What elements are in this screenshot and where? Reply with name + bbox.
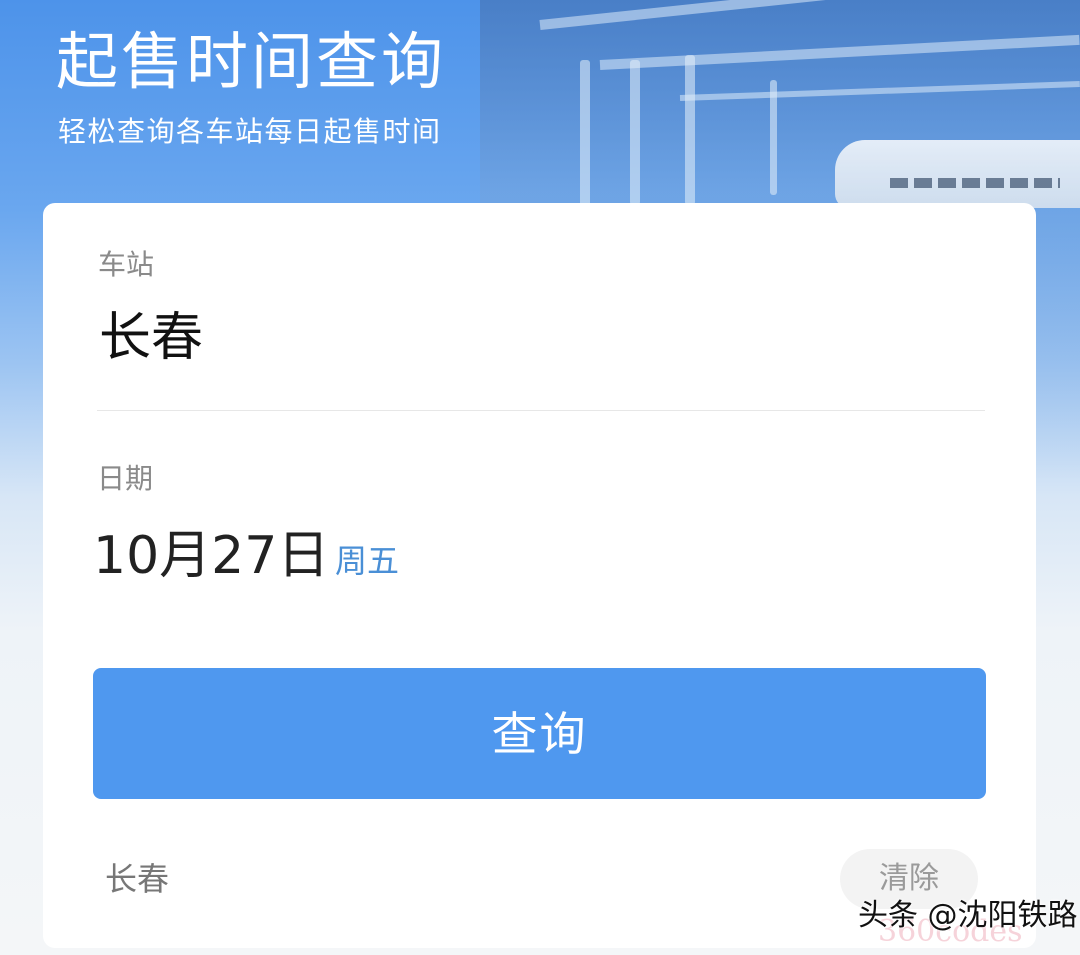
train-windows <box>890 178 1060 188</box>
history-item[interactable]: 长春 <box>105 857 169 901</box>
page-title: 起售时间查询 <box>56 25 447 98</box>
train-image <box>835 140 1080 208</box>
date-label: 日期 <box>97 462 154 495</box>
watermark-text: 头条 @沈阳铁路 <box>858 898 1078 933</box>
station-label: 车站 <box>98 248 155 281</box>
roof-pillar <box>685 55 695 205</box>
app-screen: 起售时间查询 轻松查询各车站每日起售时间 车站 长春 日期 10月27日 周五 … <box>0 0 1080 955</box>
roof-beam <box>539 0 1058 30</box>
date-field[interactable]: 10月27日 <box>93 521 329 591</box>
weekday-text[interactable]: 周五 <box>335 539 399 583</box>
page-subtitle: 轻松查询各车站每日起售时间 <box>58 115 442 148</box>
query-button[interactable]: 查询 <box>93 668 986 799</box>
roof-pillar <box>770 80 777 195</box>
divider <box>97 410 985 411</box>
roof-beam <box>599 34 1080 70</box>
roof-beam <box>679 81 1080 101</box>
roof-pillar <box>630 60 640 205</box>
station-field[interactable]: 长春 <box>99 303 203 373</box>
query-card: 车站 长春 日期 10月27日 周五 查询 长春 清除 <box>43 203 1036 948</box>
roof-pillar <box>580 60 590 210</box>
